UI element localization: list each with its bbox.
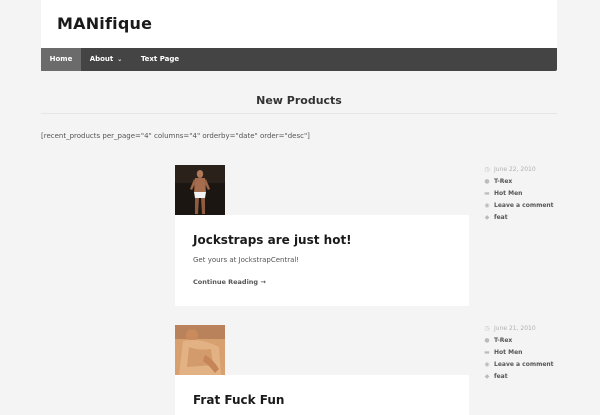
continue-reading-link[interactable]: Continue Reading → <box>193 278 266 286</box>
post-author-link[interactable]: T-Rex <box>494 335 512 347</box>
divider <box>41 113 557 114</box>
folder-icon: ▬ <box>484 349 490 356</box>
post-date-text[interactable]: June 21, 2010 <box>494 323 536 335</box>
page-title: New Products <box>256 94 342 107</box>
post-thumbnail[interactable] <box>175 325 225 375</box>
clock-icon: ◷ <box>484 166 490 173</box>
shortcode-text: [recent_products per_page="4" columns="4… <box>41 132 310 140</box>
thumbnail-image <box>175 165 225 215</box>
comment-icon: ◉ <box>484 361 490 368</box>
post-thumbnail[interactable] <box>175 165 225 215</box>
post-date-text[interactable]: June 22, 2010 <box>494 164 536 176</box>
comment-icon: ◉ <box>484 202 490 209</box>
leave-comment-link[interactable]: Leave a comment <box>494 200 554 212</box>
leave-comment-link[interactable]: Leave a comment <box>494 359 554 371</box>
nav-item-text-page[interactable]: Text Page <box>131 48 189 71</box>
tag-icon: ◆ <box>484 214 490 221</box>
post-tag-link[interactable]: feat <box>494 212 508 224</box>
nav-item-about[interactable]: About ⌄ <box>81 48 131 71</box>
folder-icon: ▬ <box>484 190 490 197</box>
nav-item-label: Text Page <box>140 55 180 63</box>
post-excerpt: Get yours at JockstrapCentral! <box>193 256 300 264</box>
post-card: Jockstraps are just hot! Get yours at Jo… <box>175 215 469 306</box>
thumbnail-image <box>175 325 225 375</box>
site-title[interactable]: MANifique <box>57 14 152 33</box>
user-icon: ● <box>484 337 490 344</box>
main-navigation: Home About ⌄ Text Page <box>41 48 557 71</box>
nav-item-label: About <box>89 55 114 63</box>
post-category-link[interactable]: Hot Men <box>494 188 522 200</box>
post-title[interactable]: Jockstraps are just hot! <box>193 233 352 247</box>
nav-item-home[interactable]: Home <box>41 48 81 71</box>
post-category-link[interactable]: Hot Men <box>494 347 522 359</box>
site-header: MANifique <box>41 0 557 48</box>
nav-item-label: Home <box>49 55 73 63</box>
post-title[interactable]: Frat Fuck Fun <box>193 393 284 407</box>
tag-icon: ◆ <box>484 373 490 380</box>
post-author-link[interactable]: T-Rex <box>494 176 512 188</box>
post-tag-link[interactable]: feat <box>494 371 508 383</box>
user-icon: ● <box>484 178 490 185</box>
post-card: Frat Fuck Fun <box>175 375 469 415</box>
chevron-down-icon: ⌄ <box>117 56 123 63</box>
clock-icon: ◷ <box>484 325 490 332</box>
